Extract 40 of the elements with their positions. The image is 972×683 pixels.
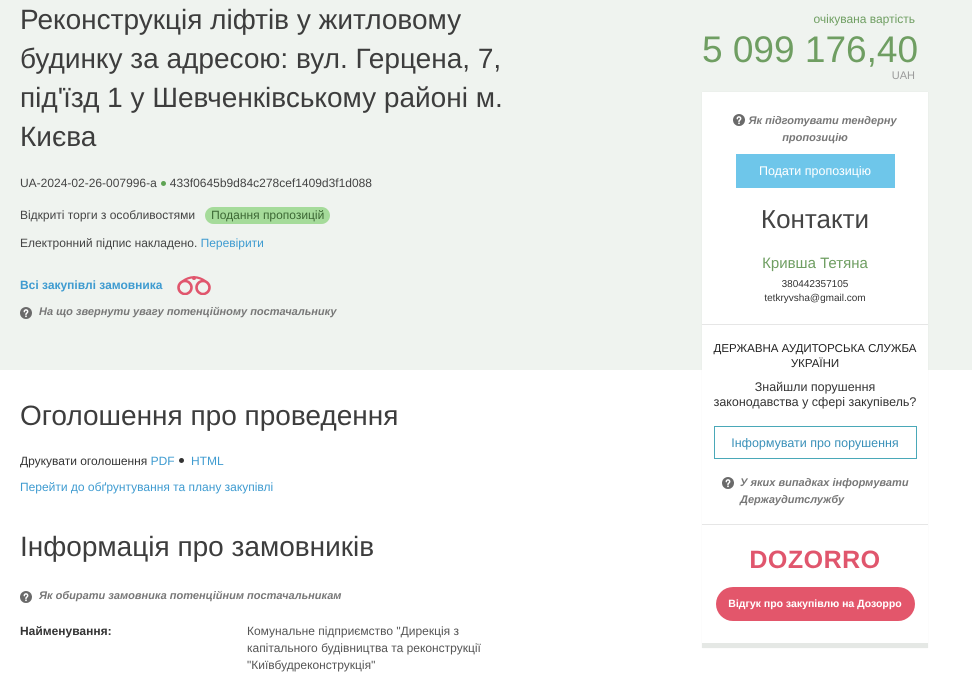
audit-service-title: ДЕРЖАВНА АУДИТОРСЬКА СЛУЖБА УКРАЇНИ	[712, 342, 918, 372]
status-badge: Подання пропозицій	[205, 206, 330, 224]
question-icon	[20, 590, 32, 602]
dozorro-feedback-button[interactable]: Відгук про закупівлю на Дозорро	[716, 587, 914, 621]
question-icon	[20, 306, 32, 318]
dot-icon	[160, 180, 166, 186]
help-link[interactable]: Як підготувати тендерну пропозицію	[732, 113, 898, 147]
dot-icon	[178, 458, 184, 463]
contacts-title: Контакти	[760, 203, 870, 235]
dozorro-logo[interactable]: DOZORRO	[749, 547, 881, 573]
binoculars-icon[interactable]	[176, 275, 212, 295]
contact-phone: 380442357105	[782, 278, 848, 292]
buyer-procurements-link[interactable]: Всі закупівлі замовника	[20, 278, 162, 292]
help-link[interactable]: У яких випадках інформувати Держаудитслужбу	[722, 475, 918, 509]
check-link[interactable]: Перевірити	[200, 236, 264, 250]
tender-title: Реконструкція ліфтів у житловому будинку за адресою: вул. Герцена, 7, під'їзд 1 у Шевченківському районі м. Києва	[20, 3, 504, 154]
expected-value-amount: 5 099 176,40	[702, 30, 915, 70]
contact-name: Кривша Тетяна	[762, 254, 868, 274]
report-violation-button[interactable]: Інформувати про порушення	[714, 426, 916, 459]
section-title: Оголошення про проведення	[20, 399, 398, 433]
print-link[interactable]: HTML	[190, 454, 224, 468]
expected-value-label: очікувана вартість	[812, 11, 915, 27]
violation-question: Знайшли порушення законодавства у сфері закупівель?	[712, 380, 918, 410]
field-label: Найменування:	[20, 623, 112, 640]
print-note: Друкувати оголошення PDF HTML	[20, 453, 224, 470]
tender-id: UA-2024-02-26-007996-a	[20, 175, 157, 192]
signature-note: Електронний підпис накладено. Перевірити	[20, 235, 264, 252]
question-icon	[722, 477, 734, 489]
currency-label: UAH	[890, 70, 915, 82]
tender-hash: 433f0645b9d84c278cef1409d3f1d088	[170, 175, 372, 192]
plan-link[interactable]: Перейти до обґрунтування та плану закупівлі	[20, 478, 274, 496]
procedure-type: Відкриті торги з особливостями	[20, 207, 196, 224]
question-icon	[733, 114, 746, 126]
section-title: Інформація про замовників	[20, 530, 374, 564]
help-link[interactable]: Як обирати замовника потенційним постачальникам	[20, 588, 342, 605]
field-value: Комунальне підприємство "Дирекція з капітального будівництва та реконструкції "Київбудреконструкція"	[247, 623, 482, 674]
contact-email: tetkryvsha@gmail.com	[764, 292, 866, 306]
submit-proposal-button[interactable]: Подати пропозицію	[736, 154, 894, 188]
print-link[interactable]: PDF	[150, 454, 175, 468]
help-link[interactable]: На що звернути увагу потенційному постачальнику	[20, 304, 336, 321]
